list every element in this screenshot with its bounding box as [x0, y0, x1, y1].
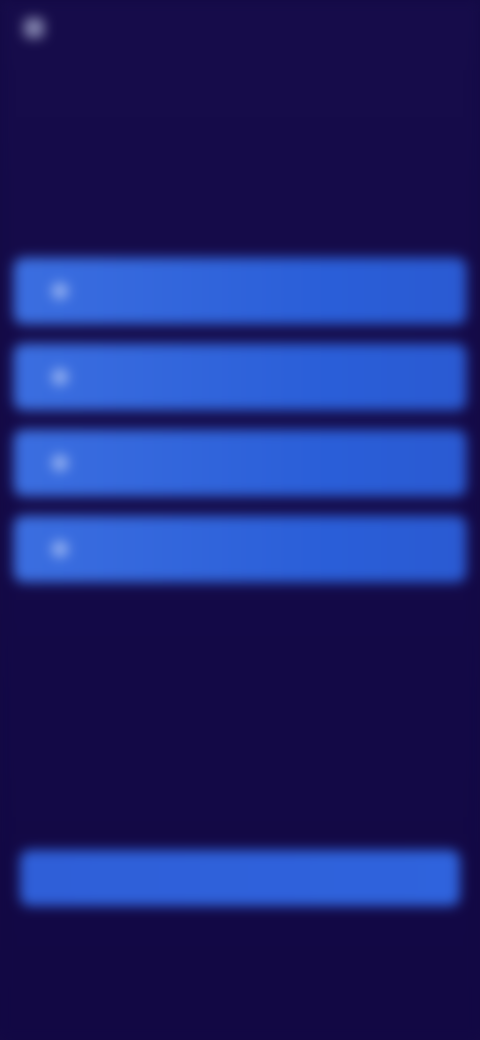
bottom-link[interactable]	[190, 930, 300, 954]
option-4[interactable]	[14, 516, 466, 582]
top-bar-left[interactable]	[24, 14, 144, 42]
options-list	[14, 258, 466, 584]
option-bullet-icon	[52, 369, 68, 385]
option-bullet-icon	[52, 541, 68, 557]
top-bar	[0, 0, 480, 58]
option-3[interactable]	[14, 430, 466, 496]
primary-button[interactable]	[20, 850, 460, 906]
top-bar-action[interactable]	[352, 18, 452, 38]
app-screen	[0, 0, 480, 1040]
secondary-link[interactable]	[84, 620, 224, 644]
option-2[interactable]	[14, 344, 466, 410]
app-icon	[24, 18, 44, 38]
page-title	[24, 84, 444, 164]
option-bullet-icon	[52, 455, 68, 471]
option-bullet-icon	[52, 283, 68, 299]
page-subtitle	[24, 180, 444, 218]
small-label	[24, 808, 104, 830]
header	[24, 84, 444, 204]
option-1[interactable]	[14, 258, 466, 324]
